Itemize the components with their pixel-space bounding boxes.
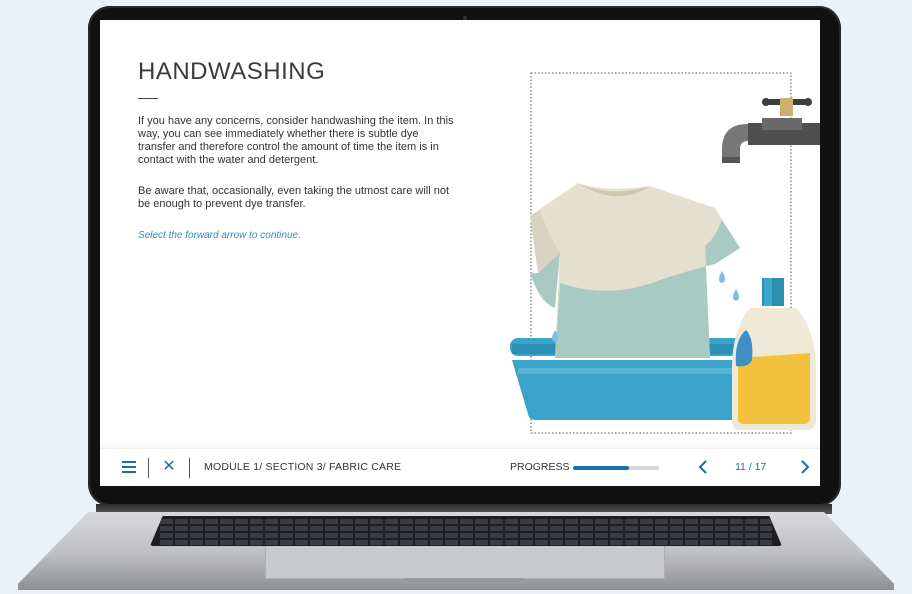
instruction-hint: Select the forward arrow to continue.	[138, 230, 301, 241]
progress-label: PROGRESS	[510, 461, 570, 473]
nav-divider	[189, 458, 190, 478]
tshirt-icon	[530, 183, 740, 358]
page-counter: 11 / 17	[735, 461, 767, 473]
chevron-right-icon	[801, 460, 810, 474]
nav-divider	[148, 458, 149, 478]
breadcrumb: MODULE 1/ SECTION 3/ FABRIC CARE	[204, 461, 402, 473]
detergent-bottle-icon	[732, 278, 816, 430]
trackpad	[265, 546, 665, 579]
bottom-nav-bar: ✕ MODULE 1/ SECTION 3/ FABRIC CARE PROGR…	[100, 448, 820, 486]
title-underline	[138, 98, 158, 99]
previous-button[interactable]	[694, 458, 712, 476]
keyboard	[150, 516, 782, 546]
chevron-left-icon	[698, 460, 707, 474]
body-paragraph: If you have any concerns, consider handw…	[138, 115, 454, 166]
body-paragraph: Be aware that, occasionally, even taking…	[138, 185, 450, 210]
next-button[interactable]	[796, 458, 814, 476]
close-icon: ✕	[162, 458, 176, 475]
hamburger-menu-icon	[122, 461, 136, 473]
close-button[interactable]: ✕	[160, 458, 178, 476]
progress-bar	[573, 466, 659, 470]
laptop-notch	[405, 578, 523, 584]
handwashing-illustration	[510, 72, 820, 434]
page-title: HANDWASHING	[138, 58, 326, 85]
faucet-icon	[722, 98, 820, 163]
basin-front	[512, 360, 758, 420]
progress-fill	[573, 466, 629, 470]
menu-button[interactable]	[120, 458, 138, 476]
course-screen: HANDWASHING If you have any concerns, co…	[100, 20, 820, 486]
